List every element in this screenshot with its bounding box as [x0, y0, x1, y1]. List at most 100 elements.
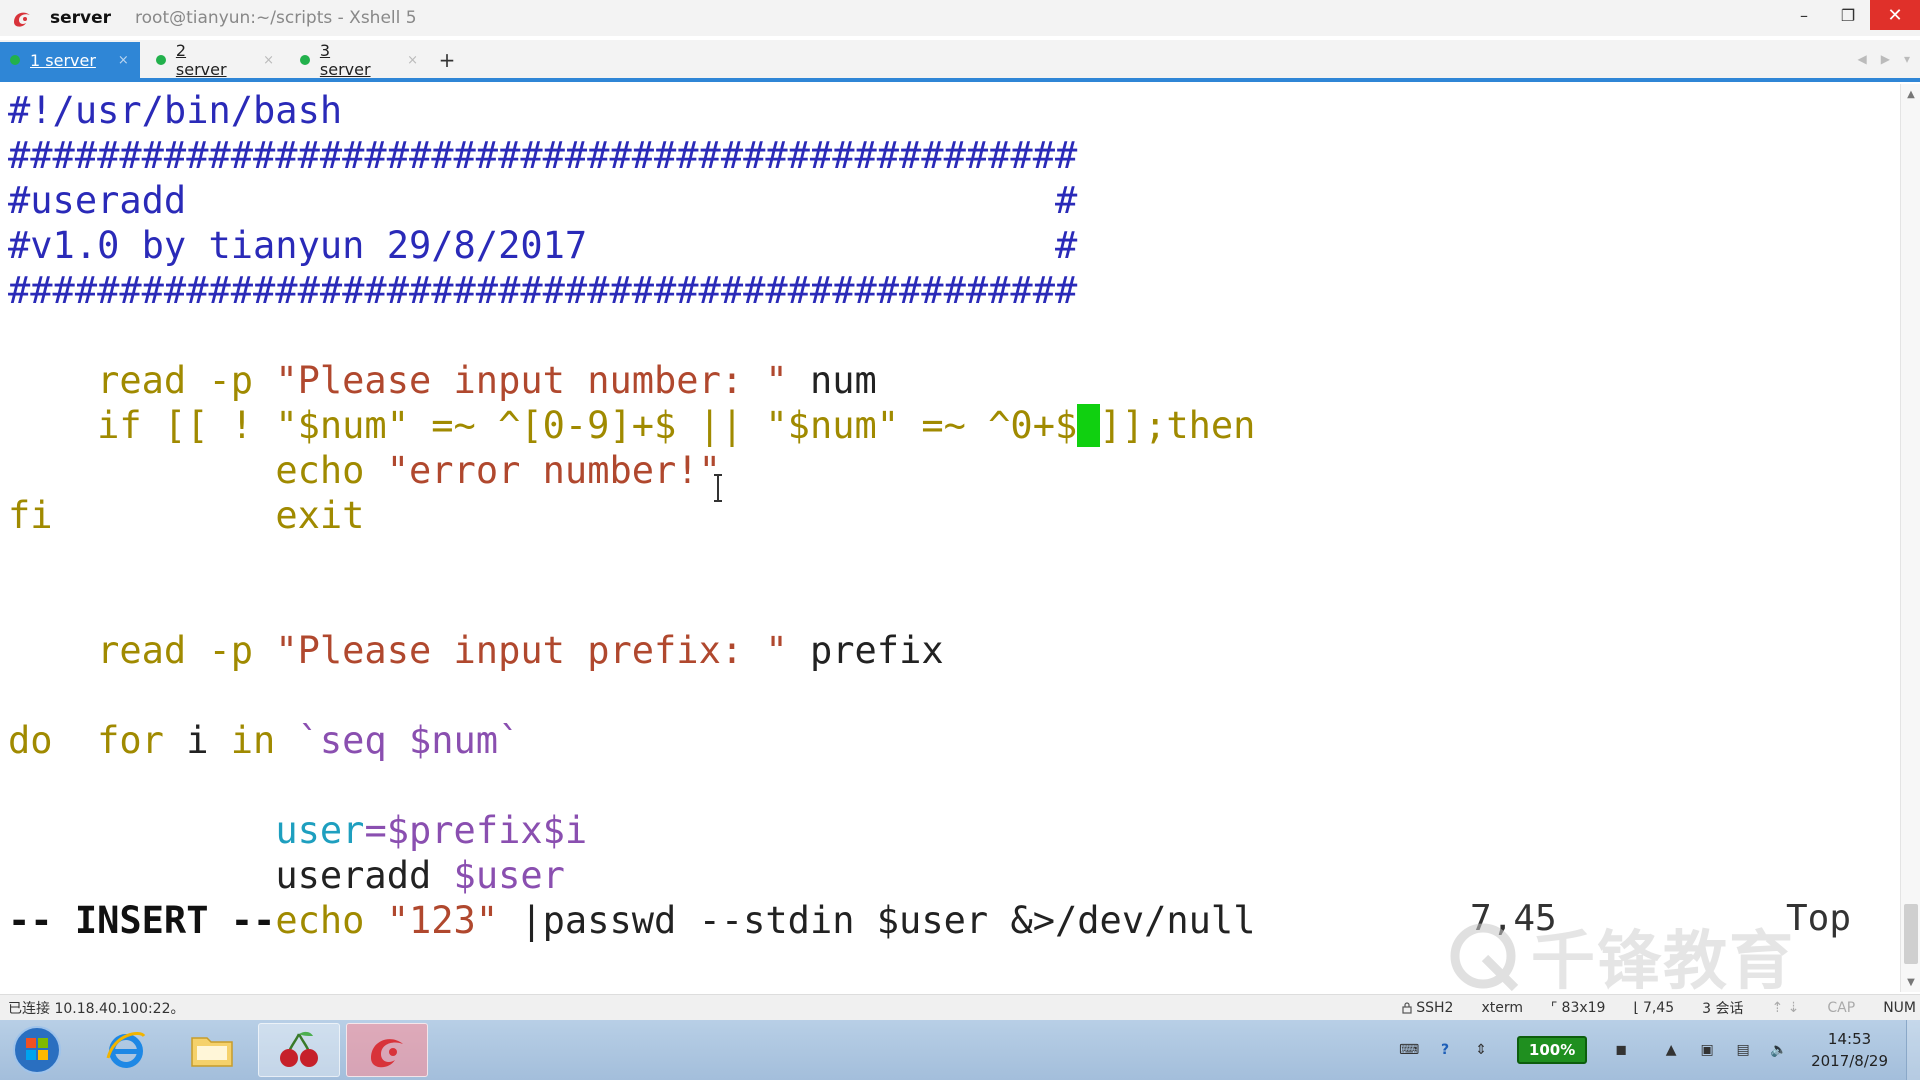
code-pipe-command: |passwd --stdin $user &>/dev/null [498, 899, 1256, 942]
terminal-type: xterm [1481, 1000, 1523, 1016]
code-keyword: exit [275, 494, 365, 537]
tab-next-icon[interactable]: ▶ [1881, 52, 1890, 66]
restore-button[interactable]: ❐ [1826, 0, 1870, 30]
code-keyword: read [97, 629, 187, 672]
text-cursor [1077, 404, 1100, 447]
new-tab-button[interactable]: + [432, 42, 462, 78]
taskbar-internet-explorer[interactable] [90, 1023, 162, 1077]
code-line-4: #v1.0 by tianyun 29/8/2017 # [8, 224, 1078, 267]
code-iterator: i [163, 719, 231, 762]
code-keyword: echo [275, 899, 365, 942]
connected-status-icon [156, 55, 166, 65]
windows-start-icon [13, 1026, 61, 1074]
scroll-thumb[interactable] [1904, 904, 1918, 964]
show-hidden-icons-icon[interactable]: ▲ [1659, 1038, 1683, 1062]
tab-navigation: ◀ ▶ ▾ [1858, 52, 1911, 66]
vim-mode-indicator: -- INSERT -- [8, 899, 276, 942]
window-title: server [50, 8, 112, 28]
cursor-position-icon: ⌊ [1633, 1000, 1639, 1016]
session-count: 3 会话 [1702, 1001, 1744, 1017]
show-desktop-button[interactable] [1906, 1020, 1920, 1080]
code-line-17: useradd $user [8, 808, 565, 897]
code-variable: prefix [787, 629, 944, 672]
transfer-arrows-icon: ⇡ ⇣ [1771, 1000, 1800, 1016]
tab-3-server[interactable]: 3 server × [290, 41, 428, 79]
xshell-logo-icon [10, 6, 34, 30]
tab-close-icon[interactable]: × [263, 53, 274, 68]
tab-close-icon[interactable]: × [407, 53, 418, 68]
tab-1-server[interactable]: 1 server × [0, 42, 140, 78]
status-bar-right: SSH2 xterm ⌜ 83x19 ⌊ 7,45 3 会话 ⇡ ⇣ CAP N… [1402, 995, 1920, 1021]
connection-status: 已连接 10.18.40.100:22。 [8, 1000, 185, 1017]
terminal-size-label: 83x19 [1561, 1000, 1606, 1016]
code-line-18: echo "123" |passwd --stdin $user &>/dev/… [8, 853, 1255, 942]
tab-prev-icon[interactable]: ◀ [1858, 52, 1867, 66]
minimize-button[interactable]: – [1782, 0, 1826, 30]
help-icon[interactable]: ? [1433, 1038, 1457, 1062]
caps-lock-indicator: CAP [1827, 1000, 1856, 1016]
taskbar-xshell[interactable] [346, 1023, 428, 1077]
code-line-12: read -p "Please input prefix: " prefix [8, 583, 944, 672]
tab-underline [0, 78, 1920, 82]
tab-label: 2 server [175, 41, 227, 79]
volume-icon[interactable]: 🔈 [1767, 1038, 1791, 1062]
tab-menu-icon[interactable]: ▾ [1904, 52, 1910, 66]
terminal-area[interactable]: #!/usr/bin/bash ########################… [0, 84, 1900, 992]
lock-icon [1402, 1002, 1412, 1014]
network-icon[interactable]: ▤ [1731, 1038, 1755, 1062]
connected-status-icon [300, 55, 310, 65]
close-button[interactable]: ✕ [1870, 0, 1920, 30]
clock-time: 14:53 [1827, 1030, 1872, 1048]
keyboard-icon[interactable]: ⌨ [1397, 1038, 1421, 1062]
window-subtitle: root@tianyun:~/scripts - Xshell 5 [135, 8, 417, 28]
cursor-position-label: 7,45 [1642, 1000, 1675, 1016]
watermark: 千锋教育 [1445, 910, 1795, 1002]
code-string: "Please input prefix: " [275, 629, 788, 672]
system-clock[interactable]: 14:53 2017/8/29 [1811, 1028, 1888, 1072]
code-string: "123" [364, 899, 499, 942]
watermark-logo-icon [1450, 923, 1519, 992]
code-line-1: #!/usr/bin/bash [8, 89, 343, 132]
code-line-2: ########################################… [8, 134, 1078, 177]
taskbar-cherry-app[interactable] [258, 1023, 340, 1077]
code-keyword: in [230, 719, 276, 762]
battery-indicator[interactable]: 100% [1517, 1036, 1588, 1064]
power-plug-icon[interactable]: ◼ [1609, 1038, 1633, 1062]
vim-scroll-position: Top [1786, 898, 1852, 939]
scroll-up-icon[interactable]: ▲ [1901, 86, 1920, 102]
watermark-text: 千锋教育 [1531, 925, 1795, 999]
taskbar-file-explorer[interactable] [176, 1023, 248, 1077]
code-line-8: echo "error number!" [8, 403, 721, 492]
code-then: ]];then [1099, 404, 1256, 447]
code-line-9: exit [8, 448, 364, 537]
tab-label: 3 server [319, 41, 371, 79]
connected-status-icon [10, 55, 20, 65]
code-line-15: do [8, 719, 53, 762]
code-line-3: #useradd # [8, 179, 1078, 222]
scroll-down-icon[interactable]: ▼ [1901, 974, 1920, 990]
windows-taskbar: ⌨ ? ⇕ 100% ◼ ▲ ▣ ▤ 🔈 14:53 2017/8/29 [0, 1020, 1920, 1080]
code-string: "error number!" [364, 449, 721, 492]
device-icon[interactable]: ▣ [1695, 1038, 1719, 1062]
ibeam-cursor-icon [714, 474, 722, 502]
code-line-14: for i in `seq $num` [8, 673, 520, 762]
code-line-5: ########################################… [8, 269, 1078, 312]
code-backtick-command: `seq $num` [275, 719, 521, 762]
tray-expand-icon[interactable]: ⇕ [1469, 1038, 1493, 1062]
status-bar: 已连接 10.18.40.100:22。 SSH2 xterm ⌜ 83x19 … [0, 994, 1920, 1020]
window-controls: – ❐ ✕ [1782, 0, 1920, 30]
cursor-position-status: ⌊ 7,45 [1633, 1000, 1674, 1016]
system-tray: ⌨ ? ⇕ 100% ◼ ▲ ▣ ▤ 🔈 14:53 2017/8/29 [1391, 1020, 1920, 1080]
protocol-label: SSH2 [1416, 1000, 1454, 1016]
tab-2-server[interactable]: 2 server × [146, 41, 284, 79]
folder-icon [191, 1037, 233, 1067]
code-line-7: if [[ ! "$num" =~ ^[0-9]+$ || "$num" =~ … [8, 358, 1255, 447]
tab-close-icon[interactable]: × [118, 53, 129, 68]
resize-icon: ⌜ [1550, 1000, 1558, 1016]
num-lock-indicator: NUM [1883, 1000, 1916, 1016]
terminal-scrollbar[interactable]: ▲ ▼ [1900, 84, 1920, 992]
code-line-6: read -p "Please input number: " num [8, 313, 877, 402]
start-button[interactable] [4, 1023, 70, 1077]
session-tab-bar: 1 server × 2 server × 3 server × + ◀ ▶ ▾ [0, 40, 1920, 79]
